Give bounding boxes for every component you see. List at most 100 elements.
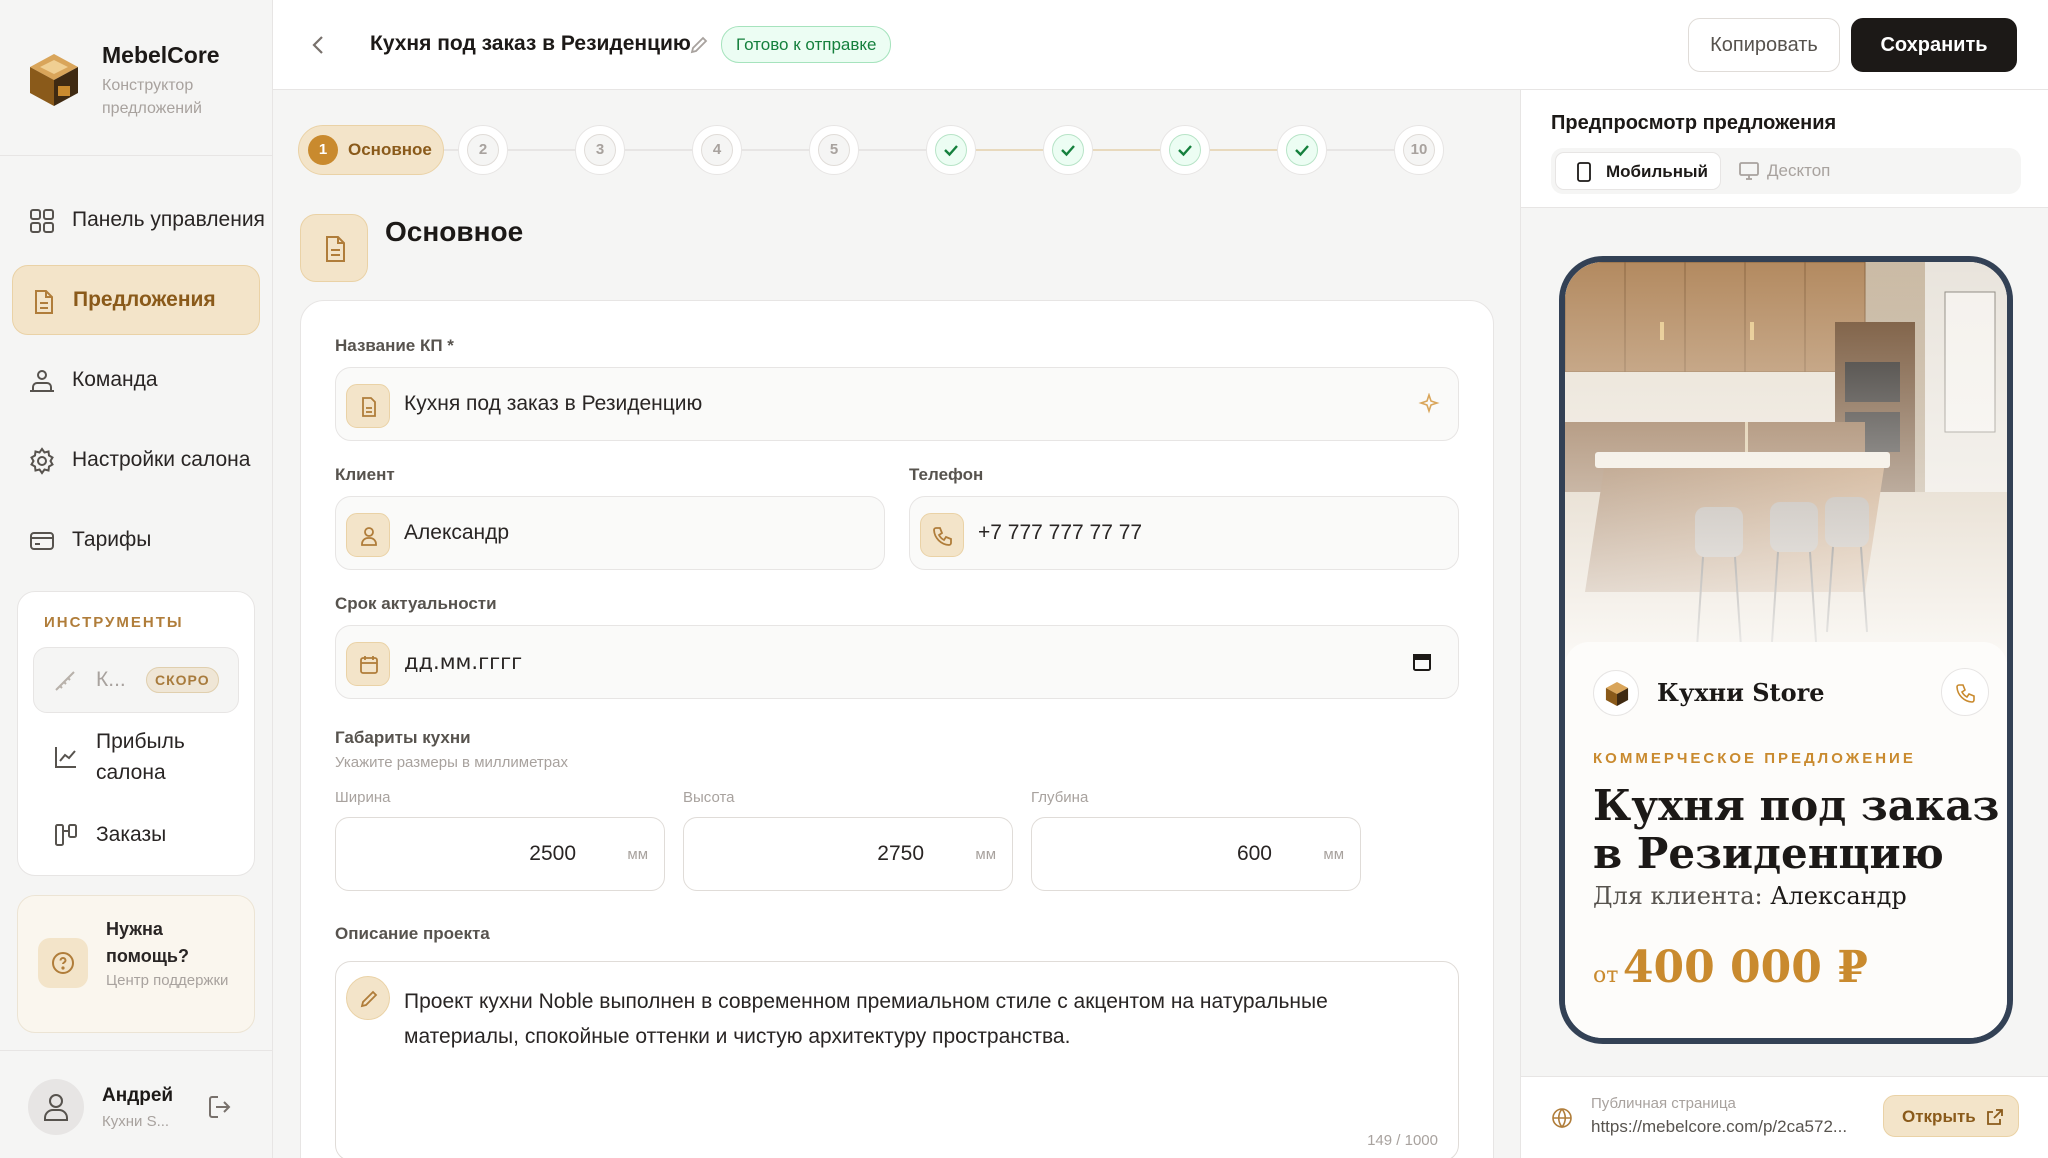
step-9[interactable] — [1277, 125, 1327, 175]
date-label: Срок актуальности — [335, 594, 497, 613]
step-connector — [859, 149, 926, 151]
step-number: 4 — [701, 134, 733, 166]
client-field[interactable]: Александр — [335, 496, 885, 570]
help-subtitle: Центр поддержки — [106, 972, 229, 989]
tools-panel: ИНСТРУМЕНТЫ К... СКОРО Прибыль салона За… — [17, 591, 255, 876]
help-title: Нужна помощь? — [106, 919, 189, 966]
step-connector — [508, 149, 575, 151]
grid-icon — [28, 207, 56, 235]
logout-icon[interactable] — [206, 1093, 234, 1121]
tool-item-profit[interactable]: Прибыль салона — [33, 724, 239, 794]
sparkle-icon[interactable] — [1418, 393, 1440, 415]
main-content: 1 Основное 2 3 4 5 10 Основное Название КП *… — [273, 90, 1520, 1158]
field-icon-box — [346, 642, 390, 686]
date-field[interactable]: дд.мм.гггг — [335, 625, 1459, 699]
step-connector — [1327, 149, 1394, 151]
help-card[interactable]: Нужна помощь? Центр поддержки — [17, 895, 255, 1033]
mobile-tab[interactable]: Мобильный — [1555, 152, 1721, 190]
step-number: 5 — [818, 134, 850, 166]
question-icon — [51, 951, 75, 975]
device-toggle: Мобильный Десктоп — [1551, 148, 2021, 194]
depth-label: Глубина — [1031, 789, 1089, 806]
shop-phone-button[interactable] — [1941, 668, 1989, 716]
step-4[interactable]: 4 — [692, 125, 742, 175]
unit-label: мм — [1323, 846, 1344, 863]
step-5[interactable]: 5 — [809, 125, 859, 175]
document-icon — [321, 234, 349, 264]
shop-logo — [1593, 670, 1639, 716]
section-title: Основное — [385, 216, 524, 247]
calendar-picker-icon[interactable] — [1412, 652, 1432, 672]
page-title: Кухня под заказ в Резиденцию — [370, 32, 691, 55]
sidebar-item-label: Тарифы — [72, 528, 152, 551]
height-input[interactable]: 2750 мм — [683, 817, 1013, 891]
phone-field[interactable]: +7 777 777 77 77 — [909, 496, 1459, 570]
step-connector — [976, 149, 1043, 151]
description-value: Проект кухни Noble выполнен в современно… — [404, 990, 1328, 1048]
step-8[interactable] — [1160, 125, 1210, 175]
phone-icon — [1955, 682, 1977, 704]
step-active[interactable]: 1 Основное — [298, 125, 444, 175]
proposal-card — [1593, 1040, 1979, 1044]
check-icon — [1169, 134, 1201, 166]
tool-item-orders[interactable]: Заказы — [33, 814, 239, 854]
measure-icon — [52, 668, 78, 694]
brand: MebelCore Конструктор предложений — [0, 0, 272, 156]
check-icon — [1052, 134, 1084, 166]
save-button[interactable]: Сохранить — [1851, 18, 2017, 72]
sidebar-item-salon-settings[interactable]: Настройки салона — [12, 425, 260, 495]
client-label: Клиент — [335, 465, 395, 484]
char-counter: 149 / 1000 — [1367, 1132, 1438, 1149]
sidebar-item-label: Настройки салона — [72, 448, 251, 471]
step-connector — [1093, 149, 1160, 151]
desktop-tab-label: Десктоп — [1767, 161, 1831, 180]
back-icon[interactable] — [303, 30, 333, 60]
calendar-icon — [358, 654, 380, 676]
sidebar: MebelCore Конструктор предложений Панель… — [0, 0, 273, 1158]
monitor-icon — [1739, 162, 1759, 180]
step-number: 2 — [467, 134, 499, 166]
description-textarea[interactable]: Проект кухни Noble выполнен в современно… — [335, 961, 1459, 1158]
form-card: Название КП * Кухня под заказ в Резиденц… — [300, 300, 1494, 1158]
user-panel: Андрей Кухни S... — [0, 1050, 272, 1158]
sidebar-item-team[interactable]: Команда — [12, 345, 260, 415]
cube-logo-icon — [1605, 681, 1629, 707]
dims-hint: Укажите размеры в миллиметрах — [335, 754, 568, 771]
field-icon-box — [346, 513, 390, 557]
public-page-label: Публичная страница — [1591, 1095, 1736, 1112]
kanban-icon — [53, 822, 79, 848]
step-connector — [1210, 149, 1277, 151]
depth-input[interactable]: 600 мм — [1031, 817, 1361, 891]
soon-badge: СКОРО — [146, 667, 219, 693]
proposal-label: КОММЕРЧЕСКОЕ ПРЕДЛОЖЕНИЕ — [1593, 750, 1916, 767]
user-icon — [358, 525, 380, 547]
status-badge: Готово к отправке — [721, 26, 892, 63]
desktop-tab[interactable]: Десктоп — [1731, 152, 1881, 190]
pencil-icon[interactable] — [688, 34, 710, 56]
public-page-url[interactable]: https://mebelcore.com/p/2ca572... — [1591, 1117, 1869, 1137]
document-icon — [29, 288, 57, 316]
sidebar-item-proposals[interactable]: Предложения — [12, 265, 260, 335]
shop-name: Кухни Store — [1657, 678, 1825, 707]
width-input[interactable]: 2500 мм — [335, 817, 665, 891]
open-button[interactable]: Открыть — [1883, 1095, 2019, 1137]
step-7[interactable] — [1043, 125, 1093, 175]
proposal-client: Для клиента: Александр — [1593, 882, 1907, 910]
credit-card-icon — [28, 527, 56, 555]
mobile-tab-label: Мобильный — [1606, 162, 1708, 181]
depth-value: 600 — [1236, 842, 1272, 865]
sidebar-item-dashboard[interactable]: Панель управления — [12, 185, 265, 255]
tool-item-label: Заказы — [96, 823, 167, 846]
section-icon — [300, 214, 368, 282]
step-connector — [444, 149, 458, 151]
step-6[interactable] — [926, 125, 976, 175]
step-3[interactable]: 3 — [575, 125, 625, 175]
name-field[interactable]: Кухня под заказ в Резиденцию — [335, 367, 1459, 441]
height-value: 2750 — [877, 842, 924, 865]
step-2[interactable]: 2 — [458, 125, 508, 175]
sidebar-item-tariffs[interactable]: Тарифы — [12, 505, 260, 575]
phone-icon — [932, 525, 954, 547]
step-10[interactable]: 10 — [1394, 125, 1444, 175]
copy-button[interactable]: Копировать — [1688, 18, 1840, 72]
dims-label: Габариты кухни — [335, 728, 471, 747]
